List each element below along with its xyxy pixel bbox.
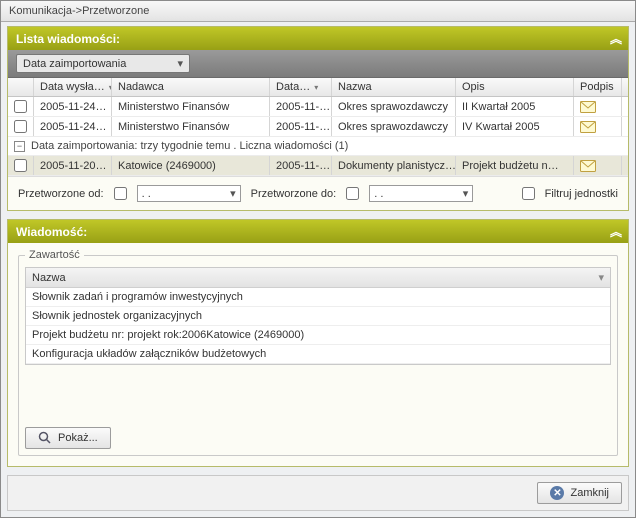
list-item[interactable]: Słownik zadań i programów inwestycyjnych	[26, 288, 610, 307]
row-checkbox[interactable]	[14, 159, 27, 172]
magnifier-icon	[38, 431, 52, 445]
col-sig[interactable]: Podpis	[574, 78, 622, 96]
message-panel-header: Wiadomość: ︽	[8, 220, 628, 243]
close-icon: ✕	[550, 486, 564, 500]
group-header-row[interactable]: − Data zaimportowania: trzy tygodnie tem…	[8, 137, 628, 156]
footer-bar: ✕ Zamknij	[7, 475, 629, 511]
filter-units-label: Filtruj jednostki	[545, 188, 618, 200]
messages-panel-title: Lista wiadomości:	[16, 32, 120, 46]
collapse-icon[interactable]: ︽	[610, 30, 620, 47]
group-header-text: Data zaimportowania: trzy tygodnie temu …	[31, 140, 348, 152]
content-legend: Zawartość	[25, 249, 84, 261]
list-item[interactable]: Konfiguracja układów załączników budżeto…	[26, 345, 610, 364]
filter-from-label: Przetworzone od:	[18, 188, 104, 200]
window-title: Komunikacja->Przetworzone	[9, 5, 149, 17]
list-item[interactable]: Projekt budżetu nr: projekt rok:2006Kato…	[26, 326, 610, 345]
app-window: Komunikacja->Przetworzone Lista wiadomoś…	[0, 0, 636, 518]
chevron-down-icon: ▾	[177, 57, 183, 70]
col-date2[interactable]: Data…▾	[270, 78, 332, 96]
col-desc[interactable]: Opis	[456, 78, 574, 96]
col-name[interactable]: Nazwa	[332, 78, 456, 96]
messages-panel-header: Lista wiadomości: ︽	[8, 27, 628, 50]
messages-grid: Data wysła…▾ Nadawca Data…▾ Nazwa Opis P…	[8, 78, 628, 176]
show-button[interactable]: Pokaż...	[25, 427, 111, 449]
filter-bar: Przetworzone od: . . ▾ Przetworzone do: …	[8, 176, 628, 210]
list-item[interactable]: Słownik jednostek organizacyjnych	[26, 307, 610, 326]
close-button[interactable]: ✕ Zamknij	[537, 482, 622, 504]
messages-panel: Lista wiadomości: ︽ Data zaimportowania …	[7, 26, 629, 211]
table-row[interactable]: 2005-11-24… Ministerstwo Finansów 2005-1…	[8, 117, 628, 137]
title-bar: Komunikacja->Przetworzone	[1, 1, 635, 22]
content-list: Nazwa ▾ Słownik zadań i programów inwest…	[25, 267, 611, 365]
chevron-down-icon: ▾	[463, 187, 469, 200]
row-checkbox[interactable]	[14, 120, 27, 133]
mail-icon	[580, 101, 596, 113]
filter-from-date[interactable]: . . ▾	[137, 185, 241, 202]
content-fieldset: Zawartość Nazwa ▾ Słownik zadań i progra…	[18, 249, 618, 456]
sort-icon: ▾	[314, 83, 318, 92]
mail-icon	[580, 160, 596, 172]
collapse-icon[interactable]: ︽	[610, 223, 620, 240]
mail-icon	[580, 121, 596, 133]
message-panel: Wiadomość: ︽ Zawartość Nazwa ▾ Słownik z…	[7, 219, 629, 467]
col-checkbox[interactable]	[8, 78, 34, 96]
table-row[interactable]: 2005-11-24… Ministerstwo Finansów 2005-1…	[8, 97, 628, 117]
group-by-value: Data zaimportowania	[23, 58, 126, 70]
filter-to-label: Przetworzone do:	[251, 188, 337, 200]
filter-to-date[interactable]: . . ▾	[369, 185, 473, 202]
col-sender[interactable]: Nadawca	[112, 78, 270, 96]
col-date-sent[interactable]: Data wysła…▾	[34, 78, 112, 96]
grid-header: Data wysła…▾ Nadawca Data…▾ Nazwa Opis P…	[8, 78, 628, 97]
group-by-combo[interactable]: Data zaimportowania ▾	[16, 54, 190, 73]
content-list-header[interactable]: Nazwa ▾	[26, 268, 610, 288]
collapse-group-icon[interactable]: −	[14, 141, 25, 152]
chevron-down-icon: ▾	[230, 187, 236, 200]
filter-to-checkbox[interactable]	[346, 187, 359, 200]
message-panel-body: Zawartość Nazwa ▾ Słownik zadań i progra…	[8, 243, 628, 466]
filter-units-checkbox[interactable]	[522, 187, 535, 200]
message-panel-title: Wiadomość:	[16, 225, 87, 239]
filter-from-checkbox[interactable]	[114, 187, 127, 200]
row-checkbox[interactable]	[14, 100, 27, 113]
chevron-down-icon: ▾	[598, 271, 604, 284]
group-by-bar: Data zaimportowania ▾	[8, 50, 628, 78]
table-row[interactable]: 2005-11-20… Katowice (2469000) 2005-11-……	[8, 156, 628, 176]
